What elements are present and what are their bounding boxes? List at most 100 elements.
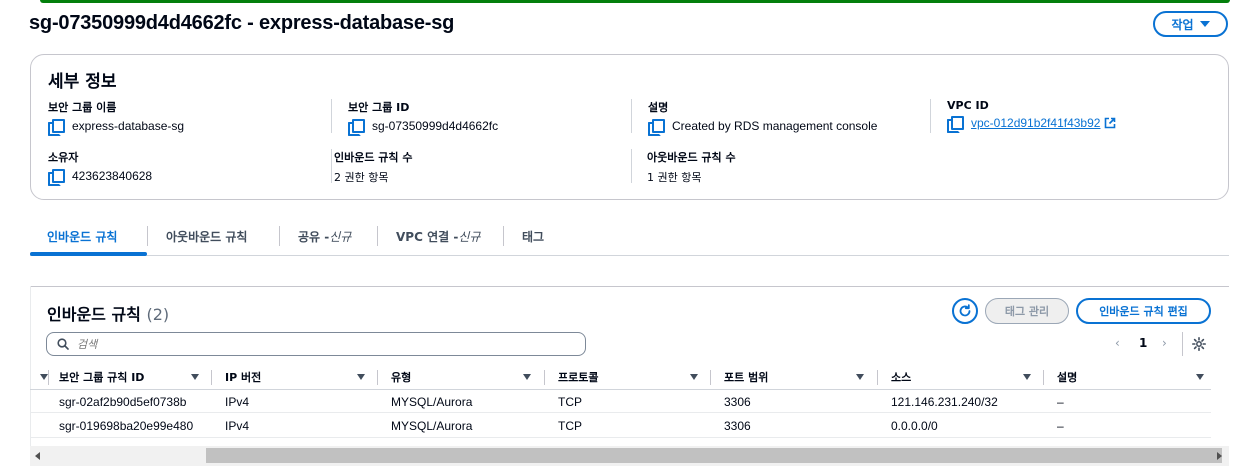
field-outbound-count: 아웃바운드 규칙 수 1 권한 항목: [647, 149, 736, 185]
horizontal-scrollbar[interactable]: [30, 446, 1229, 466]
divider: [930, 99, 931, 133]
column-divider: [877, 370, 878, 385]
divider: [331, 149, 332, 183]
owner-label: 소유자: [48, 151, 79, 164]
external-link-icon[interactable]: [1104, 117, 1116, 129]
column-header-ip-version[interactable]: IP 버전: [225, 364, 261, 390]
inbound-rules-title: 인바운드 규칙 (2): [47, 301, 169, 325]
field-description: 설명 Created by RDS management console: [648, 99, 878, 136]
vpc-id-link[interactable]: vpc-012d91b2f41f43b92: [971, 116, 1100, 130]
copy-icon[interactable]: [947, 116, 964, 133]
search-icon: [57, 338, 69, 350]
sort-caret-icon[interactable]: [40, 374, 48, 380]
tab-separator: [147, 226, 148, 246]
copy-icon[interactable]: [648, 119, 665, 136]
column-header-rule-id[interactable]: 보안 그룹 규칙 ID: [59, 364, 144, 390]
scrollbar-thumb[interactable]: [206, 448, 1222, 463]
tab-separator: [279, 226, 280, 246]
pagination-prev[interactable]: ‹: [1115, 336, 1120, 350]
inbound-count-label: 인바운드 규칙 수: [334, 151, 413, 164]
column-divider: [48, 370, 49, 385]
sort-caret-icon[interactable]: [1196, 374, 1204, 380]
tab-outbound-rules[interactable]: 아웃바운드 규칙: [166, 218, 247, 255]
sort-caret-icon[interactable]: [1023, 374, 1031, 380]
pagination-next[interactable]: ›: [1162, 336, 1167, 350]
column-header-port-range[interactable]: 포트 범위: [724, 364, 768, 390]
manage-tags-button[interactable]: 태그 관리: [985, 298, 1069, 324]
tab-sharing[interactable]: 공유 - 신규: [298, 218, 351, 255]
search-input[interactable]: [77, 337, 557, 351]
tab-inbound-rules[interactable]: 인바운드 규칙: [47, 218, 117, 255]
sort-caret-icon[interactable]: [690, 374, 698, 380]
column-header-type[interactable]: 유형: [391, 364, 411, 390]
pagination-page[interactable]: 1: [1139, 336, 1147, 350]
field-vpc-id: VPC ID vpc-012d91b2f41f43b92: [947, 99, 1116, 133]
actions-button[interactable]: 작업: [1153, 11, 1228, 37]
column-divider: [377, 370, 378, 385]
pager-divider: [1182, 332, 1183, 356]
column-divider: [710, 370, 711, 385]
field-sg-name: 보안 그룹 이름 express-database-sg: [48, 99, 185, 136]
scroll-right-arrow-icon[interactable]: [1217, 452, 1222, 460]
field-sg-id: 보안 그룹 ID sg-07350999d4d4662fc: [348, 99, 498, 136]
sg-name-label: 보안 그룹 이름: [48, 101, 117, 114]
copy-icon[interactable]: [48, 169, 65, 186]
tab-sharing-label: 공유 -: [298, 230, 330, 244]
settings-gear-icon[interactable]: [1192, 337, 1206, 351]
column-divider: [544, 370, 545, 385]
divider: [631, 149, 632, 183]
field-owner: 소유자 423623840628: [48, 149, 153, 186]
owner-value: 423623840628: [72, 169, 153, 183]
scroll-left-arrow-icon[interactable]: [35, 452, 40, 460]
cell-ip-version: IPv4: [225, 419, 250, 433]
tab-inbound-label: 인바운드 규칙: [47, 230, 118, 244]
cell-rule-id: sgr-02af2b90d5ef0738b: [59, 395, 187, 409]
refresh-button[interactable]: [952, 298, 978, 324]
tab-bar: 인바운드 규칙 아웃바운드 규칙 공유 - 신규 VPC 연결 - 신규 태그: [30, 218, 1229, 256]
description-value: Created by RDS management console: [672, 119, 878, 133]
sort-caret-icon[interactable]: [856, 374, 864, 380]
cell-port-range: 3306: [724, 419, 751, 433]
outbound-count-value: 1 권한 항목: [647, 171, 702, 184]
tab-tags-label: 태그: [522, 230, 545, 244]
copy-icon[interactable]: [48, 119, 65, 136]
cell-source: 121.146.231.240/32: [891, 395, 998, 409]
cell-type: MYSQL/Aurora: [391, 419, 473, 433]
field-inbound-count: 인바운드 규칙 수 2 권한 항목: [334, 149, 413, 185]
column-header-protocol[interactable]: 프로토콜: [558, 364, 598, 390]
cell-protocol: TCP: [558, 395, 582, 409]
cell-rule-id: sgr-019698ba20e99e480: [59, 419, 194, 433]
cell-description: –: [1057, 395, 1064, 409]
tab-outbound-label: 아웃바운드 규칙: [166, 230, 248, 244]
inbound-count-value: 2 권한 항목: [334, 171, 389, 184]
cell-type: MYSQL/Aurora: [391, 395, 473, 409]
edit-inbound-rules-button[interactable]: 인바운드 규칙 편집: [1076, 298, 1211, 324]
sort-caret-icon[interactable]: [191, 374, 199, 380]
cell-ip-version: IPv4: [225, 395, 250, 409]
details-title: 세부 정보: [48, 72, 117, 92]
tab-tags[interactable]: 태그: [522, 218, 544, 255]
tab-vpc-associations[interactable]: VPC 연결 - 신규: [396, 218, 480, 255]
cell-source: 0.0.0.0/0: [891, 419, 938, 433]
sort-caret-icon[interactable]: [357, 374, 365, 380]
inbound-rules-title-text: 인바운드 규칙: [47, 305, 141, 324]
tab-separator: [377, 226, 378, 246]
column-header-source[interactable]: 소스: [891, 364, 911, 390]
cell-description: –: [1057, 419, 1064, 433]
sg-name-value: express-database-sg: [72, 119, 185, 133]
search-field[interactable]: [46, 332, 586, 356]
table-row[interactable]: sgr-019698ba20e99e480 IPv4 MYSQL/Aurora …: [30, 414, 1211, 438]
table-header: 보안 그룹 규칙 ID IP 버전 유형 프로토콜 포트 범위 소스 설명: [30, 364, 1229, 390]
divider: [631, 99, 632, 133]
table-row[interactable]: sgr-02af2b90d5ef0738b IPv4 MYSQL/Aurora …: [30, 389, 1211, 413]
refresh-icon: [959, 304, 971, 317]
sg-id-label: 보안 그룹 ID: [348, 101, 410, 114]
details-panel: 세부 정보 보안 그룹 이름 express-database-sg 보안 그룹…: [30, 54, 1229, 200]
tab-vpc-new-label: 신규: [458, 230, 481, 244]
sort-caret-icon[interactable]: [523, 374, 531, 380]
copy-icon[interactable]: [348, 119, 365, 136]
column-divider: [211, 370, 212, 385]
inbound-rules-count: (2): [146, 305, 170, 324]
column-header-description[interactable]: 설명: [1057, 364, 1077, 390]
tab-vpc-label: VPC 연결 -: [396, 230, 459, 244]
